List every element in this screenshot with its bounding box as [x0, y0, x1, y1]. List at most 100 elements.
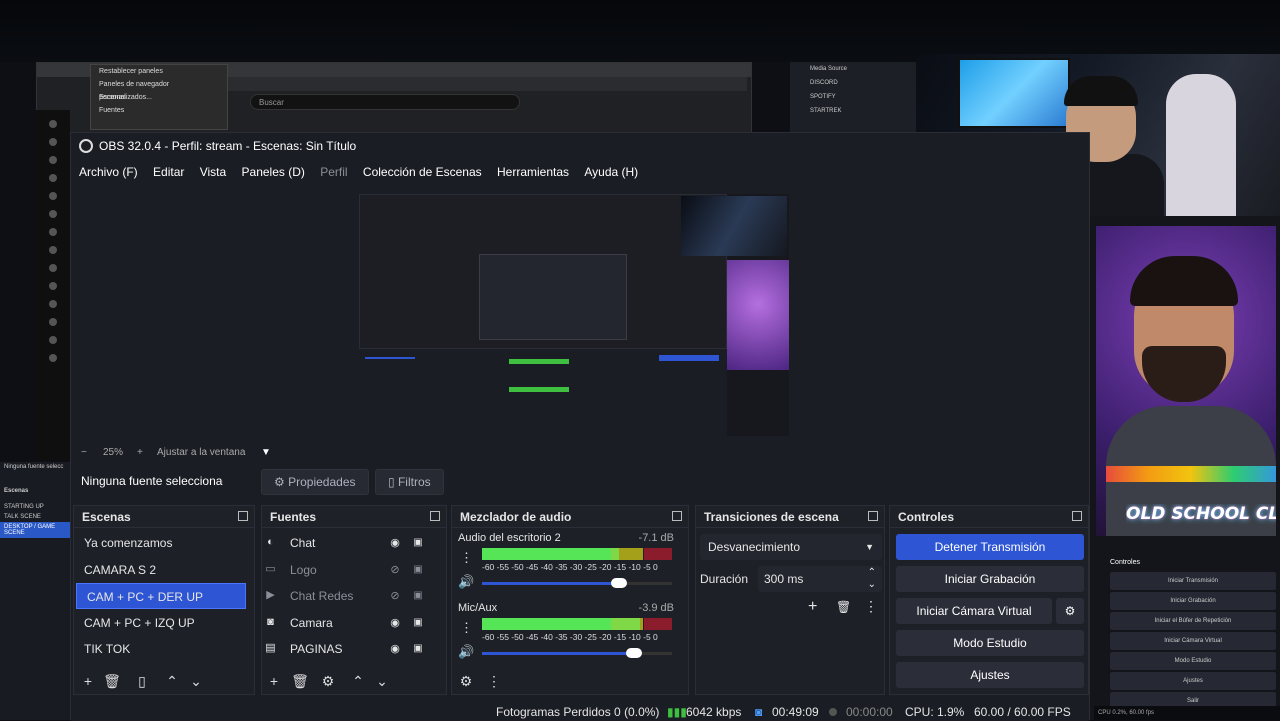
- menu-docks[interactable]: Paneles (D): [242, 165, 305, 179]
- properties-button[interactable]: ⚙ Propiedades: [261, 469, 369, 495]
- channel-db: -3.9 dB: [638, 602, 674, 614]
- mini-control-button: Modo Estudio: [1110, 652, 1276, 670]
- arrow-down-icon[interactable]: ⌄: [186, 668, 206, 694]
- slider-knob[interactable]: [626, 648, 642, 658]
- start-recording-button[interactable]: Iniciar Grabación: [896, 566, 1084, 592]
- left-partial-obs: Ninguna fuente selecc Escenas STARTING U…: [0, 462, 70, 720]
- undock-icon[interactable]: [238, 511, 248, 521]
- eye-hidden-icon[interactable]: ⊘: [388, 590, 402, 602]
- scene-item[interactable]: TIK TOK: [74, 636, 254, 662]
- eye-hidden-icon[interactable]: ⊘: [388, 564, 402, 576]
- scene-item[interactable]: CAM + PC + IZQ UP: [74, 610, 254, 636]
- transitions-dock: Transiciones de escena Desvanecimiento ▼…: [695, 505, 885, 695]
- kebab-menu-icon[interactable]: ⋮: [460, 620, 473, 636]
- menu-scene-collection[interactable]: Colección de Escenas: [363, 165, 482, 179]
- filter-icon: ▯: [388, 475, 395, 489]
- arrow-down-icon[interactable]: ⌄: [372, 668, 392, 694]
- trash-icon[interactable]: 🗑: [102, 668, 122, 694]
- volume-meter: [482, 548, 672, 560]
- record-icon: [829, 708, 837, 716]
- undock-icon[interactable]: [868, 511, 878, 521]
- menu-edit[interactable]: Editar: [153, 165, 184, 179]
- arrow-up-icon[interactable]: ⌃: [162, 668, 182, 694]
- menu-help[interactable]: Ayuda (H): [584, 165, 638, 179]
- mini-control-button: Ajustes: [1110, 672, 1276, 690]
- filters-button[interactable]: ▯ Filtros: [375, 469, 444, 495]
- scene-item-selected[interactable]: CAM + PC + DER UP: [76, 583, 246, 609]
- trash-icon[interactable]: 🗑: [290, 668, 310, 694]
- properties-label: Propiedades: [288, 475, 356, 489]
- chevron-down-icon[interactable]: ▼: [261, 444, 271, 462]
- virtual-camera-button[interactable]: Iniciar Cámara Virtual: [896, 598, 1052, 624]
- filter-icon[interactable]: ▯: [132, 668, 152, 694]
- menu-item-browser-docks[interactable]: Paneles de navegador personalizados...: [91, 78, 227, 101]
- undock-icon[interactable]: [430, 511, 440, 521]
- lock-icon[interactable]: ▣: [412, 564, 424, 576]
- settings-icon[interactable]: ⚙: [456, 668, 476, 694]
- gear-icon[interactable]: ⚙: [1056, 598, 1084, 624]
- eye-icon[interactable]: ◉: [388, 643, 402, 655]
- slider-fill: [482, 652, 634, 655]
- kebab-menu-icon[interactable]: ⋮: [864, 598, 878, 615]
- transitions-title: Transiciones de escena: [704, 510, 839, 524]
- menu-file[interactable]: Archivo (F): [79, 165, 138, 179]
- zoom-out-button[interactable]: −: [81, 444, 87, 462]
- arrow-up-icon[interactable]: ⌃: [348, 668, 368, 694]
- lock-icon[interactable]: ▣: [412, 617, 424, 629]
- scene-item[interactable]: CAMARA S 2: [74, 557, 254, 583]
- eye-icon[interactable]: ◉: [388, 617, 402, 629]
- preview-canvas[interactable]: [359, 194, 789, 436]
- source-item[interactable]: ◙ Camara ◉ ▣: [262, 610, 446, 636]
- gear-icon[interactable]: ⚙: [318, 668, 338, 694]
- lock-icon[interactable]: ▣: [412, 643, 424, 655]
- preview-area[interactable]: [71, 184, 1089, 444]
- audio-mixer-dock: Mezclador de audio Audio del escritorio …: [451, 505, 689, 695]
- duration-spinbox[interactable]: 300 ms ⌃ ⌄: [758, 566, 882, 592]
- speaker-icon[interactable]: 🔊: [458, 644, 474, 660]
- source-item[interactable]: ◐ Chat ◉ ▣: [262, 530, 446, 556]
- eye-icon[interactable]: ◉: [388, 537, 402, 549]
- volume-slider[interactable]: [482, 578, 672, 588]
- menu-profile[interactable]: Perfil: [320, 165, 347, 179]
- person-beard: [1142, 346, 1226, 402]
- source-item[interactable]: ▭ Logo ⊘ ▣: [262, 557, 446, 583]
- source-item[interactable]: ▶ Chat Redes ⊘ ▣: [262, 583, 446, 609]
- menu-item-sources[interactable]: Fuentes: [91, 104, 227, 117]
- source-name: Logo: [290, 563, 317, 577]
- partial-scene-item: TALK SCENE: [4, 514, 41, 520]
- transition-select[interactable]: Desvanecimiento ▼: [700, 534, 882, 560]
- menu-tools[interactable]: Herramientas: [497, 165, 569, 179]
- add-icon[interactable]: +: [78, 668, 98, 694]
- scene-item[interactable]: Ya comenzamos: [74, 530, 254, 556]
- scenes-title: Escenas: [82, 510, 131, 524]
- partial-scenes-title: Escenas: [4, 488, 29, 494]
- trash-icon[interactable]: 🗑: [836, 600, 851, 614]
- chevron-down-icon[interactable]: ⌄: [868, 572, 876, 592]
- undock-icon[interactable]: [1072, 511, 1082, 521]
- mini-source-item: STARTREK: [810, 108, 842, 114]
- zoom-fit-select[interactable]: Ajustar a la ventana: [157, 444, 245, 462]
- lock-icon[interactable]: ▣: [412, 537, 424, 549]
- add-icon[interactable]: +: [808, 598, 817, 616]
- stop-stream-button[interactable]: Detener Transmisión: [896, 534, 1084, 560]
- kebab-menu-icon[interactable]: ⋮: [484, 668, 504, 694]
- menu-item-scenes[interactable]: Escenas: [91, 91, 227, 104]
- monitor-in-webcam: [958, 58, 1070, 128]
- stream-timer: 00:49:09: [772, 705, 819, 719]
- add-icon[interactable]: +: [264, 668, 284, 694]
- speaker-icon[interactable]: 🔊: [458, 574, 474, 590]
- filters-label: Filtros: [397, 475, 431, 489]
- volume-meter: [482, 618, 672, 630]
- studio-mode-button[interactable]: Modo Estudio: [896, 630, 1084, 656]
- slider-knob[interactable]: [610, 578, 627, 588]
- mini-source-item: Media Source: [810, 66, 848, 72]
- kebab-menu-icon[interactable]: ⋮: [460, 550, 473, 566]
- volume-slider[interactable]: [482, 648, 672, 658]
- settings-button[interactable]: Ajustes: [896, 662, 1084, 688]
- zoom-in-button[interactable]: +: [137, 444, 143, 462]
- source-item[interactable]: ▤ PAGINAS ◉ ▣: [262, 636, 446, 662]
- undock-icon[interactable]: [672, 511, 682, 521]
- menu-view[interactable]: Vista: [200, 165, 226, 179]
- menu-item-reset-docks[interactable]: Restablecer paneles: [91, 65, 227, 78]
- lock-icon[interactable]: ▣: [412, 590, 424, 602]
